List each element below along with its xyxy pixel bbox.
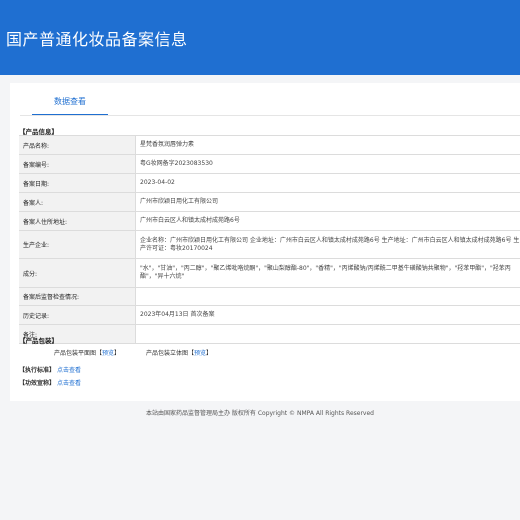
packaging-flat-label: 产品包装平面图: [54, 350, 97, 357]
registration-date-value: 2023-04-02: [140, 179, 175, 186]
history-value: 2023年04月13日 首次备案: [140, 311, 215, 318]
standard-title: 【执行标准】: [19, 367, 56, 374]
row-label: 备案人住所地址:: [19, 212, 136, 230]
packaging-title: 【产品包装】: [19, 337, 58, 345]
registrant-value: 广州市欣颖日用化工有限公司: [140, 198, 219, 205]
remarks-value: [136, 325, 520, 343]
packaging-solid-label: 产品包装立体图: [146, 350, 189, 357]
tab-divider: [20, 115, 520, 116]
table-row: 成分: "水"，"甘油"，"丙二醇"，"聚乙烯吡咯烷酮"，"聚山梨醇酯-80"，…: [19, 259, 520, 288]
manufacturer-value: 企业名称：广州市欣颖日用化工有限公司 企业地址：广州市白云区人和镇太成村成苑路6…: [140, 236, 520, 252]
row-label: 历史记录:: [19, 306, 136, 324]
bracket-close: 】: [206, 350, 213, 357]
table-row: 产品名称: 星梵香氛润唇弹力素: [19, 136, 520, 155]
product-name-value: 星梵香氛润唇弹力素: [140, 141, 195, 148]
table-row: 备案人: 广州市欣颖日用化工有限公司: [19, 193, 520, 212]
page-title: 国产普通化妆品备案信息: [6, 30, 188, 49]
row-label: 备案人:: [19, 193, 136, 211]
bracket-close: 】: [114, 350, 121, 357]
product-info-table: 产品名称: 星梵香氛润唇弹力素 备案编号: 粤G妆网备字2023083530 备…: [19, 135, 520, 344]
packaging-solid: 产品包装立体图【预览】: [146, 348, 212, 357]
solid-preview-link[interactable]: 预览: [194, 350, 206, 357]
footer-copyright: 本站由国家药品监督管理局主办 版权所有 Copyright © NMPA All…: [146, 410, 374, 417]
efficacy-view-link[interactable]: 点击查看: [57, 380, 81, 387]
row-label: 产品名称:: [19, 136, 136, 154]
table-row: 生产企业: 企业名称：广州市欣颖日用化工有限公司 企业地址：广州市白云区人和镇太…: [19, 231, 520, 259]
ingredients-value: "水"，"甘油"，"丙二醇"，"聚乙烯吡咯烷酮"，"聚山梨醇酯-80"，"香精"…: [140, 265, 511, 280]
table-row: 备案日期: 2023-04-02: [19, 174, 520, 193]
page-header: 国产普通化妆品备案信息: [0, 0, 520, 75]
table-row: 历史记录: 2023年04月13日 首次备案: [19, 306, 520, 325]
table-row: 备注:: [19, 325, 520, 344]
registrant-address-value: 广州市白云区人和镇太成村成苑路6号: [140, 217, 240, 224]
table-row: 备案后监督检查情况:: [19, 288, 520, 306]
registration-number-value: 粤G妆网备字2023083530: [140, 160, 213, 167]
table-row: 备案人住所地址: 广州市白云区人和镇太成村成苑路6号: [19, 212, 520, 231]
row-label: 备案日期:: [19, 174, 136, 192]
row-label: 生产企业:: [19, 231, 136, 258]
inspection-value: [136, 288, 520, 305]
main-panel: 数据查看 【产品信息】 产品名称: 星梵香氛润唇弹力素 备案编号: 粤G妆网备字…: [10, 83, 520, 401]
efficacy-title: 【功效宣称】: [19, 380, 56, 387]
row-label: 备案编号:: [19, 155, 136, 173]
row-label: 备案后监督检查情况:: [19, 288, 136, 305]
standard-line: 【执行标准】 点击查看: [19, 365, 81, 374]
row-label: 成分:: [19, 259, 136, 287]
standard-view-link[interactable]: 点击查看: [57, 367, 81, 374]
packaging-flat: 产品包装平面图【预览】: [54, 348, 120, 357]
tab-data-view[interactable]: 数据查看: [32, 96, 108, 115]
table-row: 备案编号: 粤G妆网备字2023083530: [19, 155, 520, 174]
efficacy-line: 【功效宣称】 点击查看: [19, 378, 81, 387]
flat-preview-link[interactable]: 预览: [102, 350, 114, 357]
